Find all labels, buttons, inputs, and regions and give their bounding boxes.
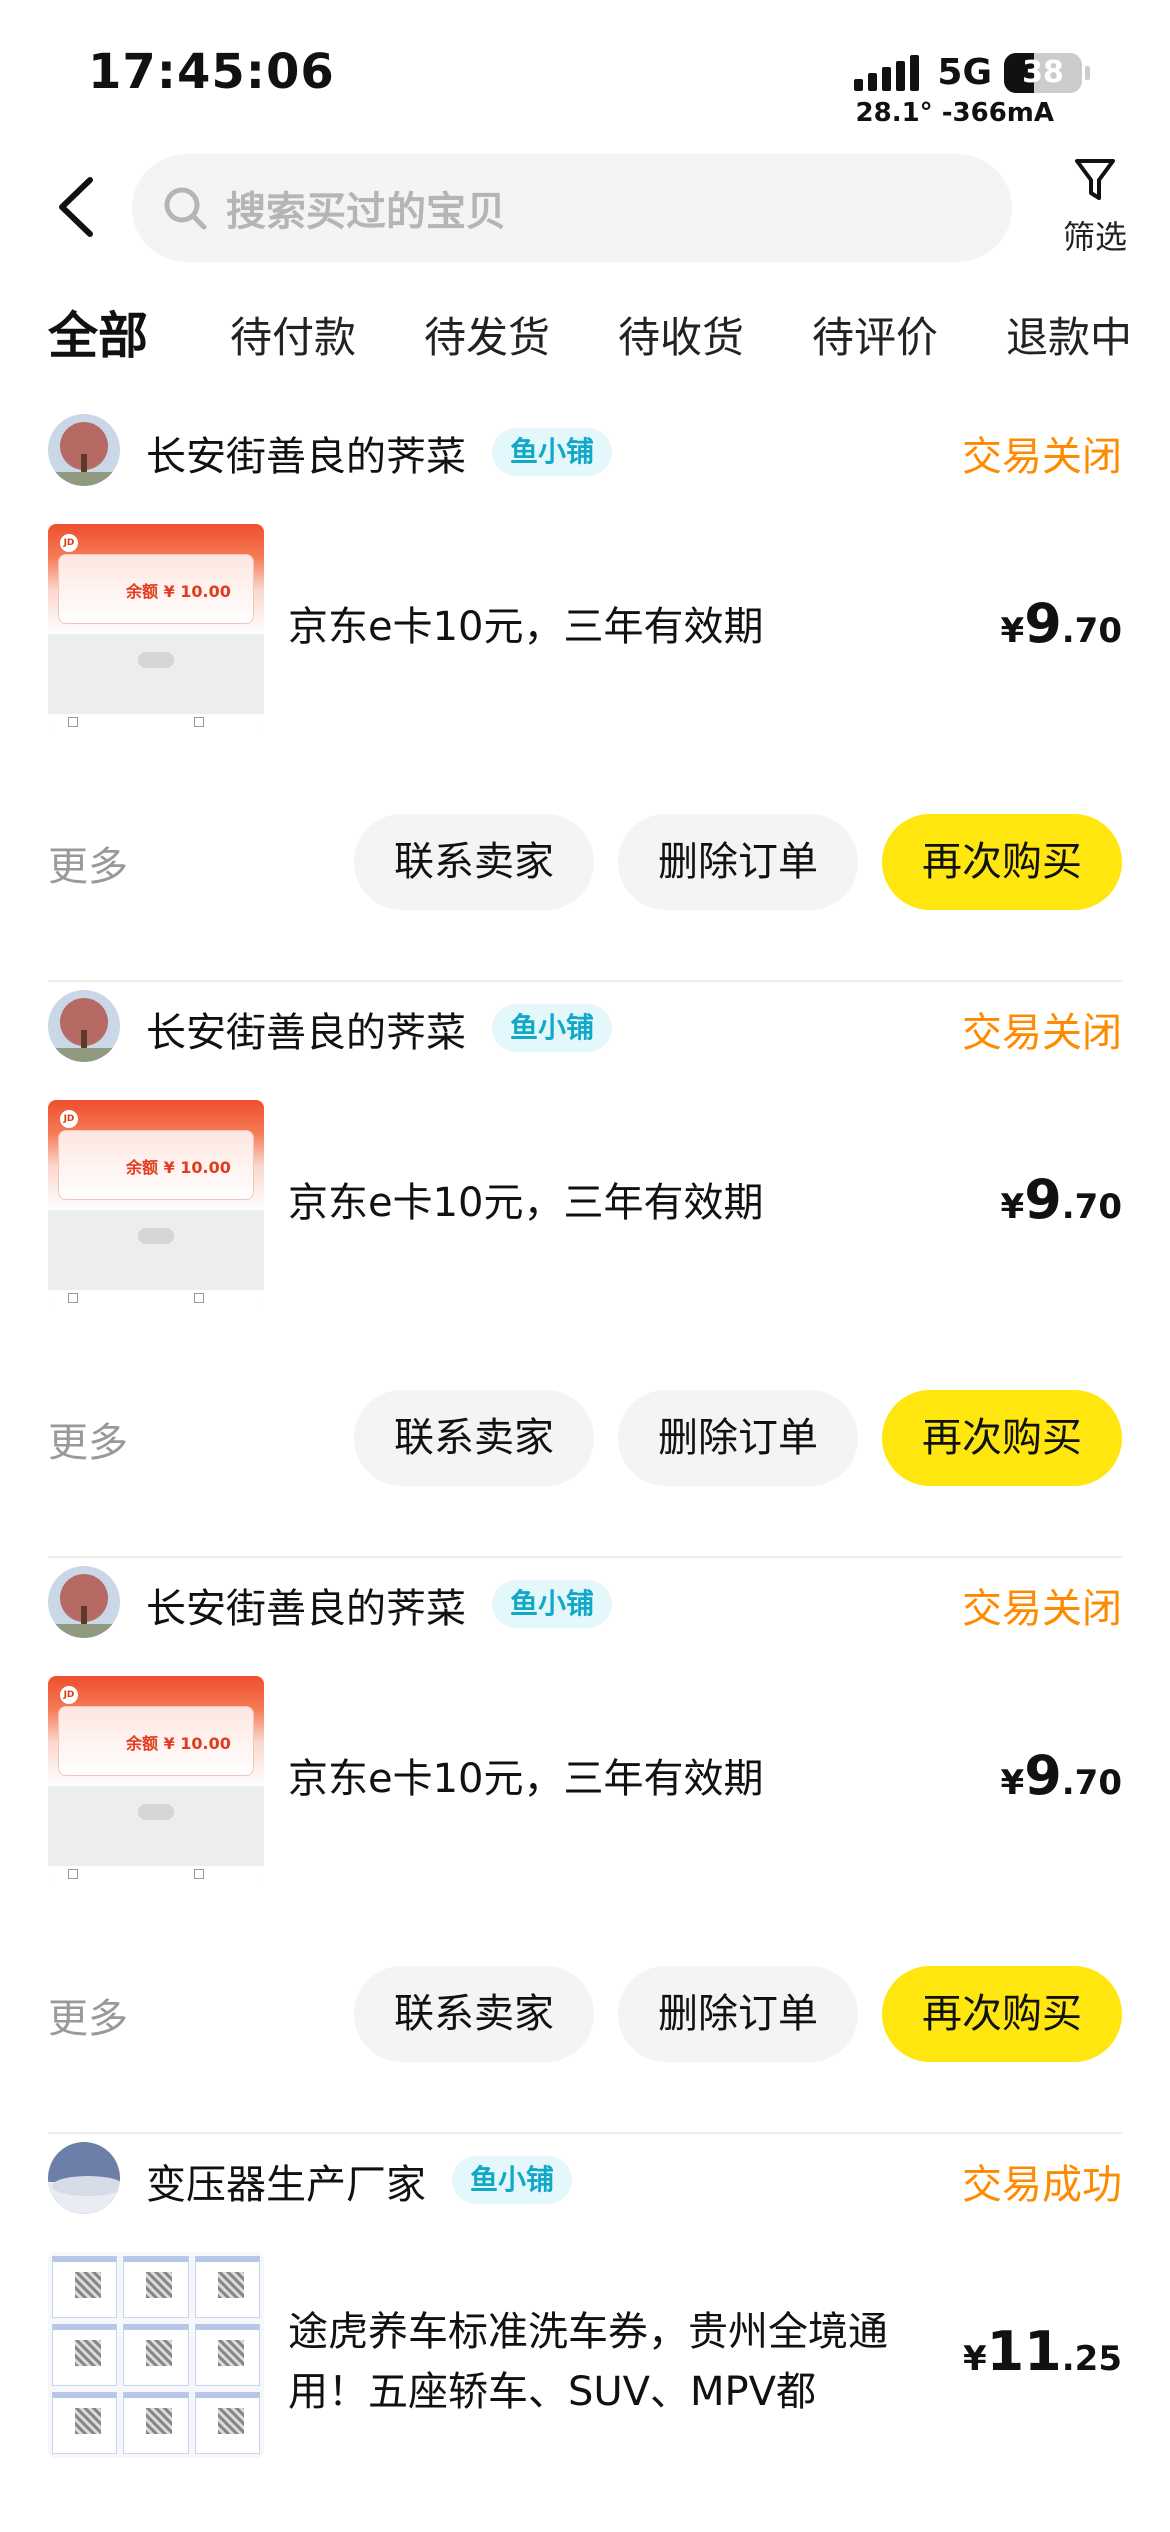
divider	[48, 1556, 1122, 1558]
contact-seller-button[interactable]: 联系卖家	[354, 814, 594, 910]
filter-label: 筛选	[1062, 218, 1127, 256]
order-status: 交易关闭	[962, 1010, 1122, 1056]
status-time: 17:45:06	[88, 44, 335, 100]
order-actions: 更多 联系卖家 删除订单 再次购买	[0, 1966, 1170, 2062]
price-currency: ¥	[962, 2339, 987, 2379]
price-currency: ¥	[1000, 1763, 1025, 1803]
tab-pending-payment[interactable]: 待付款	[230, 304, 356, 365]
thumb-amount: 余额 ¥ 10.00	[126, 582, 231, 601]
shop-badge: 鱼小铺	[492, 1004, 613, 1052]
product-title[interactable]: 途虎养车标准洗车券，贵州全境通用！五座轿车、SUV、MPV都	[288, 2302, 948, 2422]
shop-name: 长安街善良的荠菜	[146, 1010, 466, 1056]
product-thumbnail[interactable]: JD 余额 ¥ 10.00	[48, 1676, 264, 1882]
price-currency: ¥	[1000, 1187, 1025, 1227]
order-actions: 更多 联系卖家 删除订单 再次购买	[0, 814, 1170, 910]
rebuy-button[interactable]: 再次购买	[882, 1390, 1122, 1486]
shop-name: 变压器生产厂家	[146, 2162, 426, 2208]
shop-avatar	[48, 1566, 120, 1638]
shop-row[interactable]: 长安街善良的荠菜 鱼小铺 交易关闭	[48, 414, 1122, 490]
search-placeholder: 搜索买过的宝贝	[226, 189, 506, 235]
order-actions: 更多 联系卖家 删除订单 再次购买	[0, 1390, 1170, 1486]
more-button[interactable]: 更多	[48, 834, 128, 892]
back-button[interactable]	[50, 172, 110, 242]
header: 搜索买过的宝贝 筛选	[0, 150, 1170, 270]
delete-order-button[interactable]: 删除订单	[618, 1390, 858, 1486]
filter-button[interactable]: 筛选	[1050, 156, 1140, 258]
tab-refunding[interactable]: 退款中	[1006, 304, 1132, 365]
network-type: 5G	[937, 52, 992, 93]
shop-row[interactable]: 变压器生产厂家 鱼小铺 交易成功	[48, 2142, 1122, 2218]
tab-pending-shipment[interactable]: 待发货	[424, 304, 550, 365]
more-button[interactable]: 更多	[48, 1410, 128, 1468]
price-integer: 9	[1024, 592, 1062, 655]
battery-level: 38	[1022, 54, 1064, 90]
price-integer: 9	[1024, 1744, 1062, 1807]
search-icon	[164, 187, 207, 230]
search-input[interactable]: 搜索买过的宝贝	[132, 154, 1012, 262]
order-tabs: 全部 待付款 待发货 待收货 待评价 退款中	[0, 296, 1170, 376]
more-button[interactable]: 更多	[48, 1986, 128, 2044]
shop-avatar	[48, 2142, 120, 2214]
shop-badge: 鱼小铺	[492, 428, 613, 476]
product-thumbnail[interactable]	[48, 2252, 264, 2458]
divider	[48, 2132, 1122, 2134]
shop-avatar	[48, 414, 120, 486]
price-integer: 11	[986, 2320, 1062, 2383]
contact-seller-button[interactable]: 联系卖家	[354, 1390, 594, 1486]
delete-order-button[interactable]: 删除订单	[618, 814, 858, 910]
price-decimal: .25	[1061, 2339, 1122, 2379]
product-price: ¥9.70	[1001, 1744, 1122, 1807]
order-status: 交易成功	[962, 2162, 1122, 2208]
product-title[interactable]: 京东e卡10元，三年有效期	[288, 1170, 764, 1228]
product-thumbnail[interactable]: JD 余额 ¥ 10.00	[48, 1100, 264, 1306]
battery-icon: 38	[1004, 52, 1082, 93]
thumb-amount: 余额 ¥ 10.00	[126, 1158, 231, 1177]
product-title[interactable]: 京东e卡10元，三年有效期	[288, 594, 764, 652]
product-price: ¥9.70	[1001, 592, 1122, 655]
shop-name: 长安街善良的荠菜	[146, 434, 466, 480]
signal-icon	[854, 54, 920, 91]
shop-badge: 鱼小铺	[492, 1580, 613, 1628]
price-integer: 9	[1024, 1168, 1062, 1231]
tab-label: 全部	[48, 307, 148, 365]
sensor-readout: 28.1° -366mA	[855, 98, 1054, 128]
product-price: ¥11.25	[963, 2320, 1122, 2383]
shop-row[interactable]: 长安街善良的荠菜 鱼小铺 交易关闭	[48, 990, 1122, 1066]
tab-pending-receipt[interactable]: 待收货	[618, 304, 744, 365]
rebuy-button[interactable]: 再次购买	[882, 1966, 1122, 2062]
delete-order-button[interactable]: 删除订单	[618, 1966, 858, 2062]
thumb-amount: 余额 ¥ 10.00	[126, 1734, 231, 1753]
contact-seller-button[interactable]: 联系卖家	[354, 1966, 594, 2062]
shop-name: 长安街善良的荠菜	[146, 1586, 466, 1632]
shop-avatar	[48, 990, 120, 1062]
shop-badge: 鱼小铺	[452, 2156, 573, 2204]
product-thumbnail[interactable]: JD 余额 ¥ 10.00	[48, 524, 264, 730]
rebuy-button[interactable]: 再次购买	[882, 814, 1122, 910]
tab-all[interactable]: 全部	[48, 296, 148, 368]
price-decimal: .70	[1061, 611, 1122, 651]
shop-row[interactable]: 长安街善良的荠菜 鱼小铺 交易关闭	[48, 1566, 1122, 1642]
chevron-left-icon	[59, 177, 93, 237]
filter-icon	[1075, 159, 1115, 200]
product-title[interactable]: 京东e卡10元，三年有效期	[288, 1746, 764, 1804]
price-decimal: .70	[1061, 1763, 1122, 1803]
product-price: ¥9.70	[1001, 1168, 1122, 1231]
divider	[48, 980, 1122, 982]
price-currency: ¥	[1000, 611, 1025, 651]
price-decimal: .70	[1061, 1187, 1122, 1227]
tab-pending-review[interactable]: 待评价	[812, 304, 938, 365]
order-status: 交易关闭	[962, 434, 1122, 480]
status-indicators: 5G 38	[854, 52, 1090, 93]
status-bar: 17:45:06 5G 38 28.1° -366mA	[0, 0, 1170, 140]
order-status: 交易关闭	[962, 1586, 1122, 1632]
